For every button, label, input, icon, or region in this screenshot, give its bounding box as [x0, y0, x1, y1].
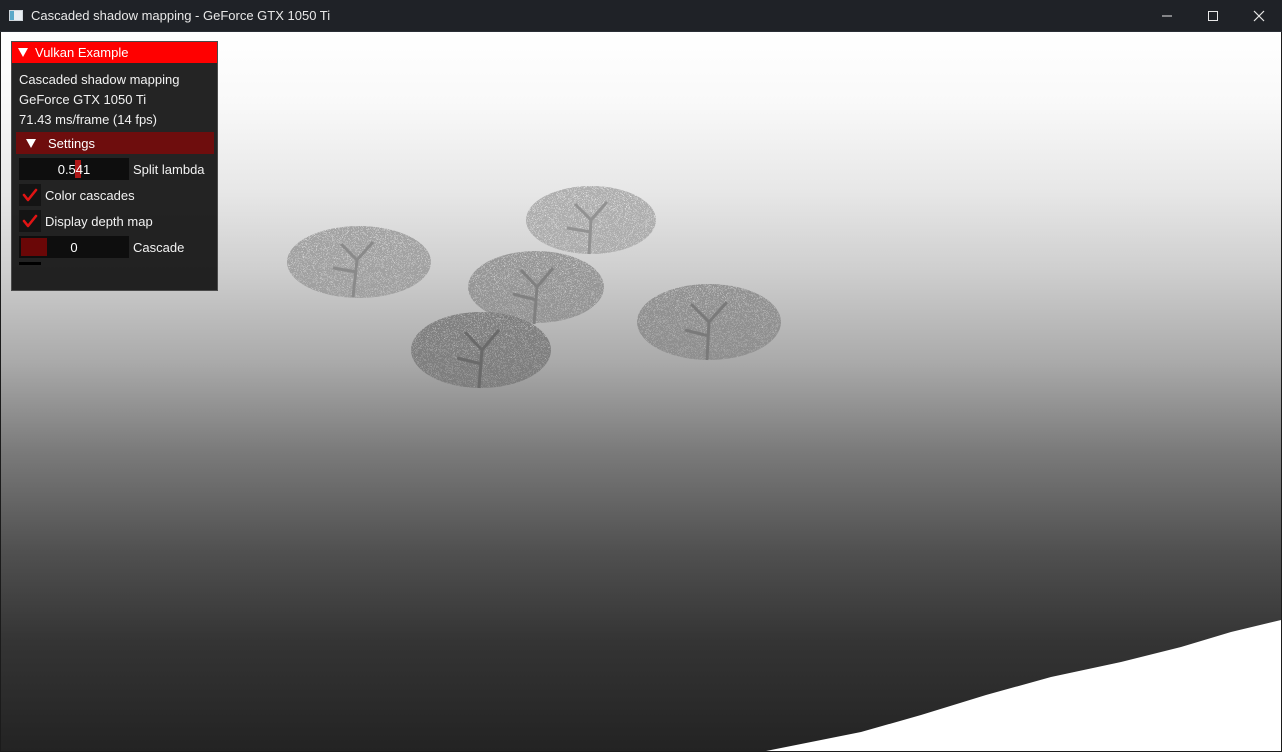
example-name: Cascaded shadow mapping [19, 72, 180, 87]
frame-time: 71.43 ms/frame (14 fps) [19, 112, 157, 127]
settings-label: Settings [48, 135, 95, 151]
display-depth-map-label: Display depth map [45, 213, 153, 229]
panel-header[interactable]: Vulkan Example [12, 42, 217, 63]
cascade-slider[interactable]: 0 [19, 236, 129, 258]
maximize-button[interactable] [1190, 0, 1236, 31]
partial-widget-edge [19, 262, 41, 265]
tree-2 [526, 186, 656, 255]
split-lambda-slider[interactable]: 0.541 [19, 158, 129, 180]
app-window: Cascaded shadow mapping - GeForce GTX 10… [0, 0, 1282, 752]
collapse-triangle-icon[interactable] [18, 48, 28, 57]
window-controls [1144, 0, 1282, 31]
tree-4 [637, 284, 781, 361]
cascade-slider-grab[interactable] [21, 238, 47, 256]
cascade-label: Cascade [133, 239, 185, 255]
close-icon [1253, 10, 1265, 21]
cascade-row: 0 Cascade [19, 236, 184, 258]
color-cascades-label: Color cascades [45, 187, 135, 203]
settings-header[interactable]: Settings [16, 132, 214, 154]
settings-collapse-triangle-icon[interactable] [26, 138, 36, 148]
vulkan-app-icon [9, 10, 23, 21]
close-button[interactable] [1236, 0, 1282, 31]
split-lambda-row: 0.541 Split lambda [19, 158, 205, 180]
display-depth-map-checkbox[interactable] [19, 210, 41, 232]
title-bar[interactable]: Cascaded shadow mapping - GeForce GTX 10… [0, 0, 1282, 32]
device-name: GeForce GTX 1050 Ti [19, 92, 147, 107]
tree-1 [287, 226, 431, 298]
display-depth-map-row: Display depth map [19, 210, 153, 232]
minimize-button[interactable] [1144, 0, 1190, 31]
color-cascades-checkbox[interactable] [19, 184, 41, 206]
tree-5 [411, 312, 551, 389]
cascade-value: 0 [70, 239, 78, 255]
color-cascades-row: Color cascades [19, 184, 135, 206]
vulkan-example-panel[interactable]: Vulkan Example Cascaded shadow mapping G… [11, 41, 218, 291]
checkmark-icon [22, 188, 38, 202]
window-title: Cascaded shadow mapping - GeForce GTX 10… [31, 8, 331, 23]
checkmark-icon [22, 214, 38, 228]
split-lambda-value: 0.541 [57, 161, 91, 177]
panel-title: Vulkan Example [35, 45, 129, 60]
terrain-white-region [766, 620, 1281, 751]
maximize-icon [1208, 10, 1218, 21]
minimize-icon [1162, 15, 1172, 16]
split-lambda-label: Split lambda [133, 161, 205, 177]
